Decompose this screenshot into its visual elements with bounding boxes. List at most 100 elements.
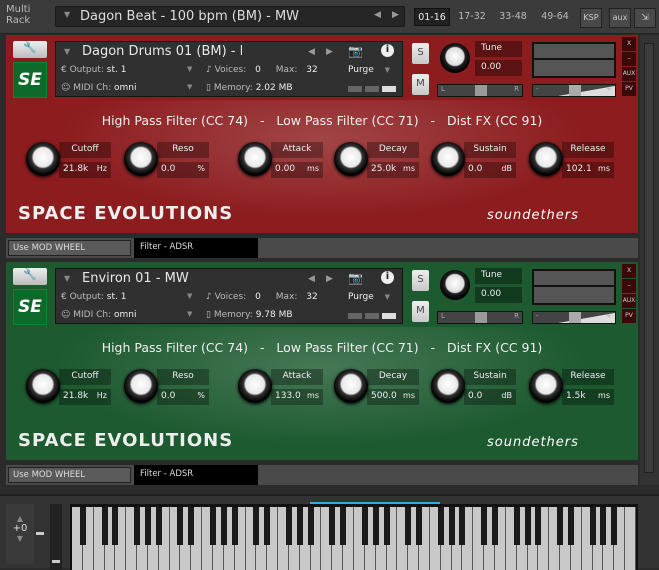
black-key[interactable] bbox=[383, 507, 390, 545]
collapse-icon[interactable]: ⇲ bbox=[634, 8, 656, 28]
instrument-logo[interactable]: SE bbox=[13, 289, 47, 325]
piano-keyboard[interactable] bbox=[70, 504, 638, 570]
octave-down-icon[interactable]: ▼ bbox=[6, 534, 34, 543]
black-key[interactable] bbox=[134, 507, 141, 545]
knob-value[interactable]: 102.1 ms bbox=[562, 162, 614, 178]
black-key[interactable] bbox=[285, 507, 292, 545]
instrument-name[interactable]: Environ 01 - MW bbox=[82, 271, 242, 286]
black-key[interactable] bbox=[296, 507, 303, 545]
wrench-icon[interactable]: 🔧 bbox=[13, 41, 47, 58]
close-button[interactable]: X bbox=[622, 264, 636, 278]
knob-sustain[interactable] bbox=[431, 142, 465, 176]
knob-attack[interactable] bbox=[238, 142, 272, 176]
pan-slider[interactable]: LR bbox=[437, 84, 523, 97]
black-key[interactable] bbox=[492, 507, 498, 545]
knob-value[interactable]: 21.8k Hz bbox=[59, 389, 111, 405]
close-button[interactable]: X bbox=[622, 37, 636, 51]
knob-sustain[interactable] bbox=[431, 369, 465, 403]
knob-value[interactable]: 25.0k ms bbox=[367, 162, 419, 178]
pitch-wheel[interactable] bbox=[36, 532, 44, 535]
purge-dropdown[interactable]: Purge ▼ bbox=[348, 65, 390, 75]
knob-decay[interactable] bbox=[334, 142, 368, 176]
use-mod-wheel-button[interactable]: Use MOD WHEEL bbox=[8, 467, 131, 483]
black-key[interactable] bbox=[253, 507, 260, 545]
camera-icon[interactable]: 📷 bbox=[348, 44, 363, 58]
black-key[interactable] bbox=[177, 507, 184, 545]
max-value[interactable]: 32 bbox=[306, 292, 317, 302]
black-key[interactable] bbox=[589, 507, 596, 545]
tune-value[interactable]: 0.00 bbox=[475, 287, 522, 303]
page-49-64[interactable]: 49-64 bbox=[537, 8, 573, 26]
octave-up-icon[interactable]: ▲ bbox=[6, 514, 34, 523]
black-key[interactable] bbox=[307, 507, 314, 545]
info-icon[interactable]: i bbox=[381, 271, 394, 284]
black-key[interactable] bbox=[112, 507, 119, 545]
volume-handle[interactable] bbox=[569, 312, 581, 323]
black-key[interactable] bbox=[513, 507, 520, 545]
knob-attack[interactable] bbox=[238, 369, 272, 403]
knob-release[interactable] bbox=[529, 142, 563, 176]
pan-handle[interactable] bbox=[475, 85, 487, 96]
knob-value[interactable]: 1.5k ms bbox=[562, 389, 614, 405]
instrument-logo[interactable]: SE bbox=[13, 62, 47, 98]
pan-slider[interactable]: LR bbox=[437, 311, 523, 324]
black-key[interactable] bbox=[416, 507, 423, 545]
black-key[interactable] bbox=[611, 507, 618, 545]
knob-value[interactable]: 0.0 dB bbox=[464, 389, 516, 405]
purge-dropdown[interactable]: Purge ▼ bbox=[348, 292, 390, 302]
minimize-button[interactable]: – bbox=[622, 279, 636, 293]
knob-reso[interactable] bbox=[124, 369, 158, 403]
black-key[interactable] bbox=[567, 507, 574, 545]
black-key[interactable] bbox=[220, 507, 227, 545]
volume-slider[interactable]: - + bbox=[532, 84, 616, 97]
knob-value[interactable]: 0.0 dB bbox=[464, 162, 516, 178]
max-value[interactable]: 32 bbox=[306, 65, 317, 75]
output-field[interactable]: € Output: st. 1 ▼ bbox=[61, 65, 192, 75]
black-key[interactable] bbox=[372, 507, 379, 545]
mute-button[interactable]: M bbox=[412, 301, 429, 322]
tab-filter-adsr[interactable]: Filter - ADSR bbox=[134, 238, 258, 258]
knob-release[interactable] bbox=[529, 369, 563, 403]
black-key[interactable] bbox=[448, 507, 455, 545]
black-key[interactable] bbox=[437, 507, 444, 545]
pv-button[interactable]: PV bbox=[622, 309, 636, 323]
solo-button[interactable]: S bbox=[412, 270, 429, 291]
white-key[interactable] bbox=[625, 507, 636, 570]
next-icon[interactable]: ▶ bbox=[326, 47, 333, 57]
tune-value[interactable]: 0.00 bbox=[475, 60, 522, 76]
knob-cutoff[interactable] bbox=[26, 142, 60, 176]
mod-wheel[interactable] bbox=[50, 504, 62, 570]
black-key[interactable] bbox=[188, 507, 195, 545]
black-key[interactable] bbox=[210, 507, 216, 545]
black-key[interactable] bbox=[361, 507, 368, 545]
solo-button[interactable]: S bbox=[412, 43, 429, 64]
knob-value[interactable]: 133.0 ms bbox=[271, 389, 323, 405]
knob-reso[interactable] bbox=[124, 142, 158, 176]
black-key[interactable] bbox=[231, 507, 238, 545]
knob-value[interactable]: 21.8k Hz bbox=[59, 162, 111, 178]
black-key[interactable] bbox=[101, 507, 108, 545]
prev-icon[interactable]: ◀ bbox=[374, 10, 381, 20]
knob-decay[interactable] bbox=[334, 369, 368, 403]
page-33-48[interactable]: 33-48 bbox=[495, 8, 531, 26]
pv-button[interactable]: PV bbox=[622, 82, 636, 96]
dropdown-icon[interactable]: ▼ bbox=[64, 10, 70, 19]
use-mod-wheel-button[interactable]: Use MOD WHEEL bbox=[8, 240, 131, 256]
black-key[interactable] bbox=[459, 507, 466, 545]
black-key[interactable] bbox=[557, 507, 564, 545]
aux-button[interactable]: AUX bbox=[622, 67, 636, 81]
mute-button[interactable]: M bbox=[412, 74, 429, 95]
wrench-icon[interactable]: 🔧 bbox=[13, 268, 47, 285]
black-key[interactable] bbox=[535, 507, 542, 545]
black-key[interactable] bbox=[144, 507, 151, 545]
knob-value[interactable]: 0.00 ms bbox=[271, 162, 323, 178]
knob-cutoff[interactable] bbox=[26, 369, 60, 403]
black-key[interactable] bbox=[524, 507, 531, 545]
tune-knob[interactable] bbox=[440, 270, 470, 300]
camera-icon[interactable]: 📷 bbox=[348, 271, 363, 285]
rack-scrollbar[interactable] bbox=[640, 35, 659, 485]
next-icon[interactable]: ▶ bbox=[392, 10, 399, 20]
dropdown-icon[interactable]: ▼ bbox=[64, 47, 70, 56]
tune-knob[interactable] bbox=[440, 43, 470, 73]
output-field[interactable]: € Output: st. 1 ▼ bbox=[61, 292, 192, 302]
